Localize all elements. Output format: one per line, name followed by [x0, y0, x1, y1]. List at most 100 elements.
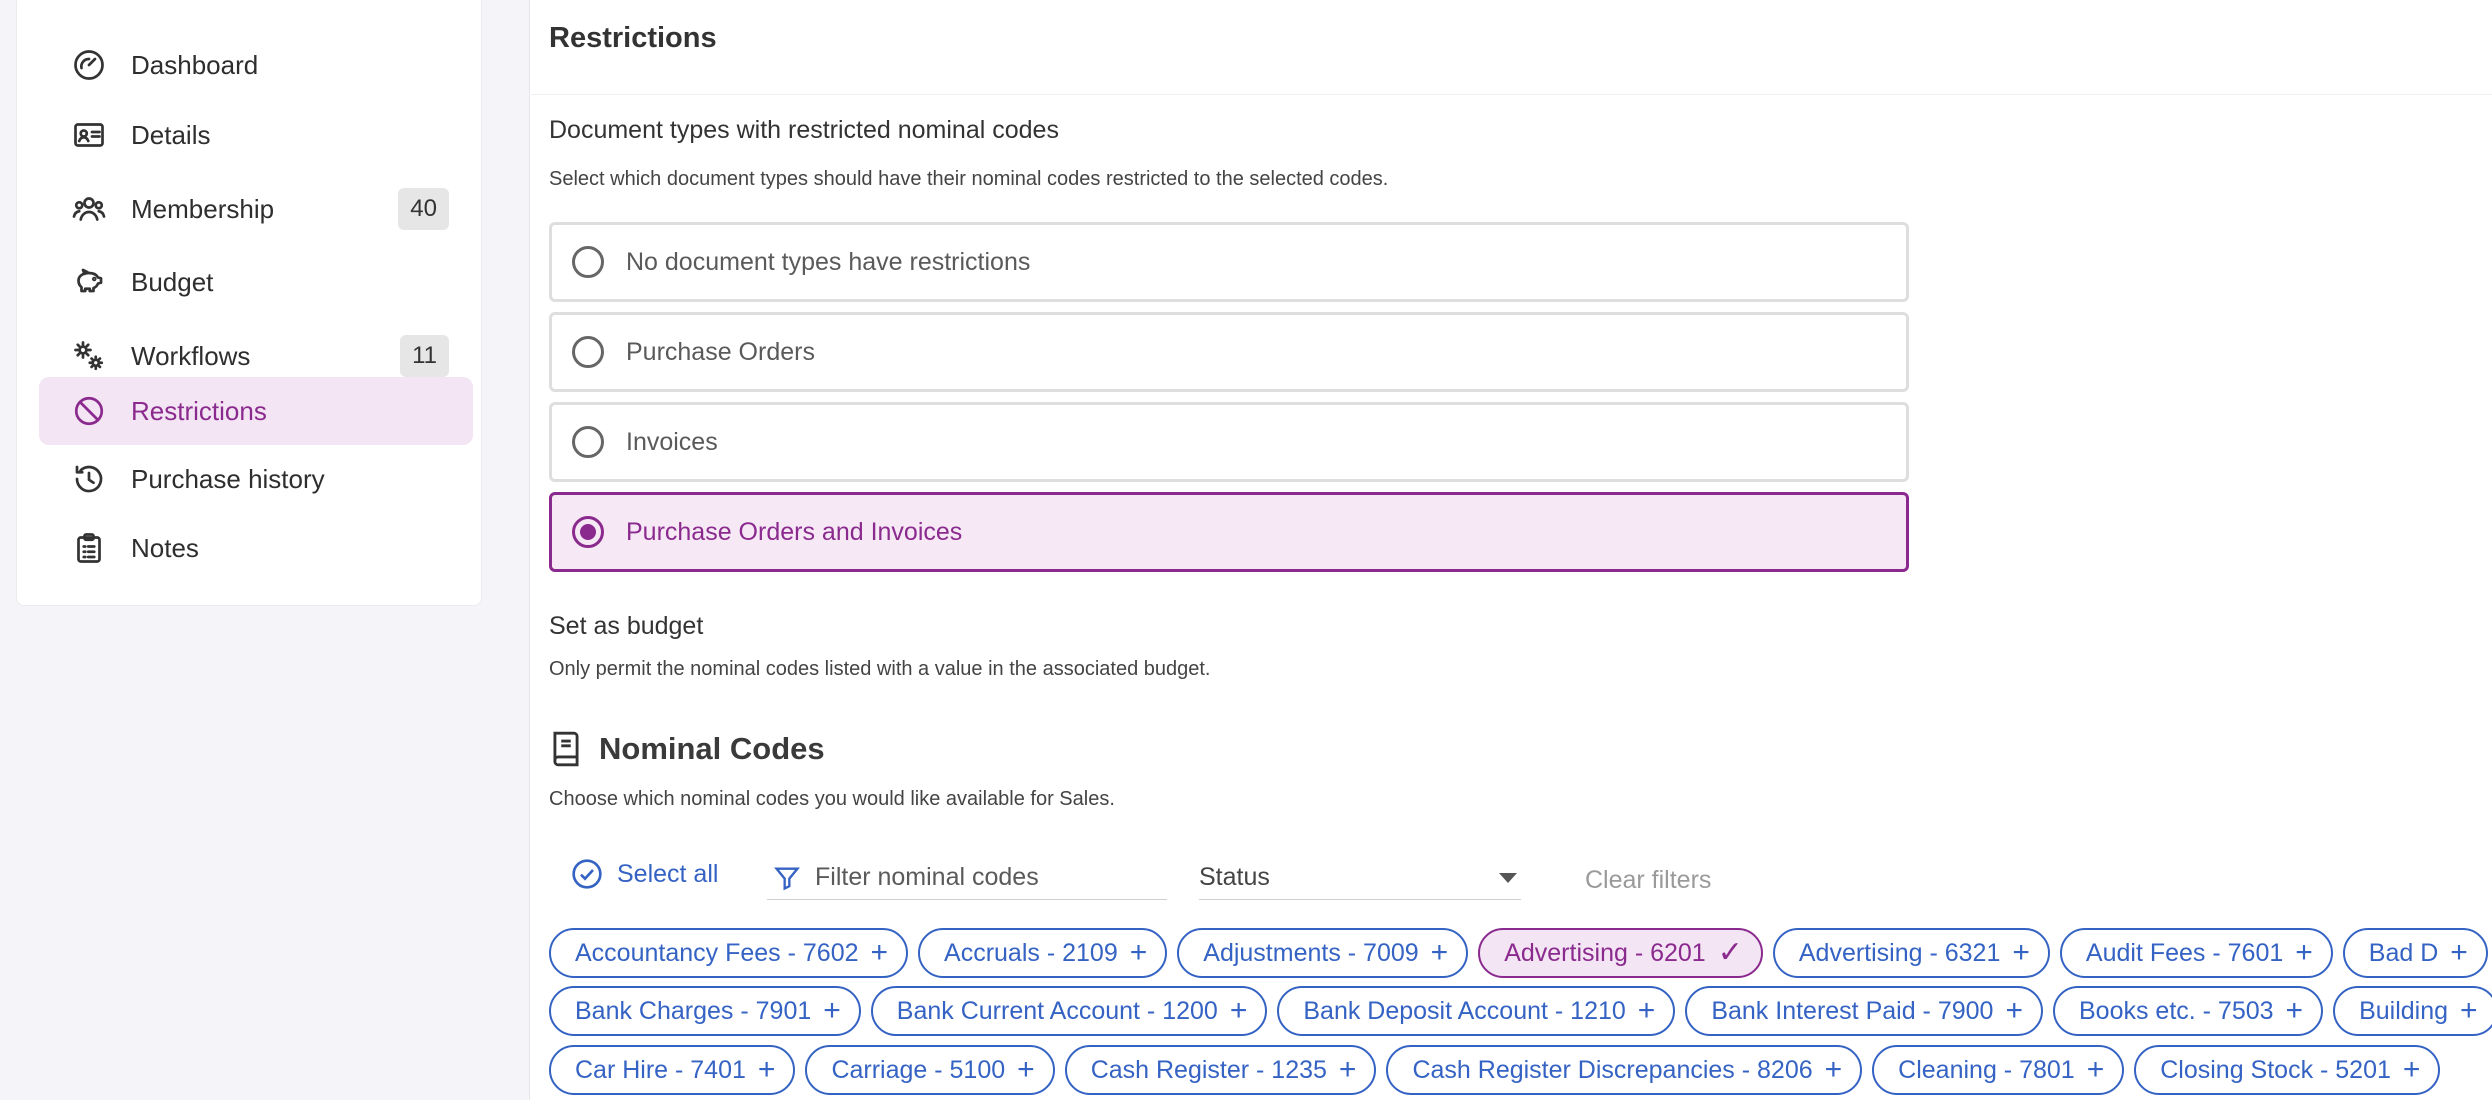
- piggy-bank-icon: [67, 260, 111, 304]
- chip-label: Cleaning - 7801: [1898, 1055, 2075, 1084]
- doc-types-title: Document types with restricted nominal c…: [549, 116, 1059, 144]
- users-icon: [67, 187, 111, 231]
- budget-description: Only permit the nominal codes listed wit…: [549, 658, 1211, 680]
- radio-button[interactable]: [572, 426, 604, 458]
- plus-icon: +: [1430, 936, 1449, 969]
- select-all-label: Select all: [617, 859, 719, 888]
- chip-label: Advertising - 6201: [1504, 938, 1706, 967]
- nominal-code-chip[interactable]: Bank Interest Paid - 7900 +: [1685, 986, 2043, 1036]
- chip-label: Bank Charges - 7901: [575, 996, 812, 1025]
- caret-down-icon: [1499, 872, 1517, 883]
- plus-icon: +: [1017, 1053, 1035, 1086]
- sidebar-item-budget[interactable]: Budget: [39, 248, 473, 316]
- sidebar-item-label: Budget: [131, 266, 214, 297]
- radio-button[interactable]: [572, 336, 604, 368]
- radio-option-purchase-orders-and-invoices[interactable]: Purchase Orders and Invoices: [549, 492, 1909, 572]
- nominal-code-chip[interactable]: Car Hire - 7401 +: [549, 1045, 796, 1095]
- plus-icon: +: [2005, 994, 2023, 1027]
- plus-icon: +: [870, 936, 889, 969]
- id-card-icon: [67, 113, 111, 157]
- clipboard-icon: [67, 526, 111, 570]
- ban-icon: [67, 389, 111, 433]
- chip-label: Cash Register - 1235: [1090, 1055, 1327, 1084]
- doc-types-description: Select which document types should have …: [549, 168, 1389, 190]
- sidebar-item-label: Restrictions: [131, 395, 267, 426]
- chip-label: Accountancy Fees - 7602: [575, 938, 859, 967]
- sidebar-item-membership[interactable]: Membership 40: [39, 175, 473, 243]
- chip-row-1: Accountancy Fees - 7602 + Accruals - 2109 +…: [549, 928, 2492, 978]
- radio-option-label: Purchase Orders and Invoices: [626, 517, 963, 546]
- nominal-code-chip[interactable]: Bad D +: [2342, 928, 2488, 978]
- nominal-code-chip[interactable]: Closing Stock - 5201 +: [2134, 1045, 2441, 1095]
- radio-button[interactable]: [572, 246, 604, 278]
- workflows-count-badge: 11: [400, 335, 449, 377]
- gears-icon: [67, 334, 111, 378]
- plus-icon: +: [823, 994, 841, 1027]
- plus-icon: +: [1229, 994, 1248, 1027]
- sidebar-item-purchase-history[interactable]: Purchase history: [39, 445, 473, 513]
- sidebar-item-label: Dashboard: [131, 49, 259, 80]
- nominal-code-chip[interactable]: Adjustments - 7009 +: [1177, 928, 1469, 978]
- nominal-code-chip[interactable]: Cleaning - 7801 +: [1872, 1045, 2125, 1095]
- sidebar-item-label: Workflows: [131, 340, 251, 371]
- nominal-code-chip[interactable]: Cash Register - 1235 +: [1064, 1045, 1377, 1095]
- nominal-codes-description: Choose which nominal codes you would lik…: [549, 788, 1115, 810]
- filter-field: [767, 856, 1167, 900]
- chip-label: Bank Deposit Account - 1210: [1303, 996, 1626, 1025]
- chip-row-2: Bank Charges - 7901 + Bank Current Account…: [549, 986, 2492, 1036]
- nominal-codes-title: Nominal Codes: [599, 731, 825, 766]
- budget-title: Set as budget: [549, 612, 704, 640]
- chip-label: Car Hire - 7401: [575, 1055, 746, 1084]
- nominal-code-chip[interactable]: Cash Register Discrepancies - 8206 +: [1386, 1045, 1863, 1095]
- radio-option-no-restrictions[interactable]: No document types have restrictions: [549, 222, 1909, 302]
- radio-option-purchase-orders[interactable]: Purchase Orders: [549, 312, 1909, 392]
- radio-option-label: Purchase Orders: [626, 337, 815, 366]
- plus-icon: +: [1637, 994, 1656, 1027]
- check-circle-icon: [572, 859, 602, 889]
- status-dropdown[interactable]: Status: [1199, 856, 1521, 900]
- sidebar-item-notes[interactable]: Notes: [39, 514, 473, 582]
- nominal-code-chip-selected[interactable]: Advertising - 6201 ✓: [1478, 928, 1763, 978]
- chip-label: Bank Current Account - 1200: [896, 996, 1218, 1025]
- plus-icon: +: [1129, 936, 1148, 969]
- nominal-code-chip[interactable]: Bank Charges - 7901 +: [549, 986, 861, 1036]
- clear-filters-button[interactable]: Clear filters: [1585, 866, 1711, 895]
- nominal-code-chip[interactable]: Accountancy Fees - 7602 +: [549, 928, 909, 978]
- radio-option-invoices[interactable]: Invoices: [549, 402, 1909, 482]
- dashboard-icon: [67, 43, 111, 87]
- sidebar-item-label: Notes: [131, 532, 199, 563]
- sidebar: Dashboard Details Membership 40 Budget W…: [16, 0, 482, 606]
- page-title: Restrictions: [549, 22, 717, 54]
- nominal-code-chip[interactable]: Books etc. - 7503 +: [2052, 986, 2324, 1036]
- filter-nominal-codes-input[interactable]: [815, 863, 1155, 892]
- sidebar-item-label: Purchase history: [131, 463, 325, 494]
- nominal-code-chip[interactable]: Building +: [2333, 986, 2492, 1036]
- chip-label: Carriage - 5100: [831, 1055, 1006, 1084]
- sidebar-item-restrictions[interactable]: Restrictions: [39, 377, 473, 445]
- chip-label: Accruals - 2109: [944, 938, 1118, 967]
- chip-label: Closing Stock - 5201: [2160, 1055, 2391, 1084]
- chip-label: Adjustments - 7009: [1203, 938, 1419, 967]
- plus-icon: +: [1338, 1053, 1357, 1086]
- sidebar-item-dashboard[interactable]: Dashboard: [39, 31, 473, 99]
- nominal-code-chip[interactable]: Accruals - 2109 +: [918, 928, 1168, 978]
- radio-button-selected[interactable]: [572, 516, 604, 548]
- plus-icon: +: [2012, 936, 2030, 969]
- title-divider: [531, 94, 2492, 95]
- chip-label: Audit Fees - 7601: [2085, 938, 2284, 967]
- chip-label: Building: [2359, 996, 2449, 1025]
- nominal-code-chip[interactable]: Carriage - 5100 +: [805, 1045, 1055, 1095]
- nominal-code-chip[interactable]: Advertising - 6321 +: [1772, 928, 2050, 978]
- nominal-code-chip[interactable]: Audit Fees - 7601 +: [2059, 928, 2333, 978]
- select-all-button[interactable]: Select all: [571, 858, 718, 890]
- radio-option-label: No document types have restrictions: [626, 247, 1031, 276]
- status-dropdown-label: Status: [1199, 863, 1270, 891]
- sidebar-item-details[interactable]: Details: [39, 101, 473, 169]
- main-content: Restrictions Document types with restric…: [531, 0, 2492, 1100]
- nominal-code-chip[interactable]: Bank Current Account - 1200 +: [870, 986, 1268, 1036]
- chip-label: Cash Register Discrepancies - 8206: [1412, 1055, 1813, 1084]
- radio-option-label: Invoices: [626, 427, 718, 456]
- nominal-code-chip[interactable]: Bank Deposit Account - 1210 +: [1277, 986, 1676, 1036]
- chip-label: Bad D: [2368, 938, 2439, 967]
- sidebar-item-label: Details: [131, 119, 211, 150]
